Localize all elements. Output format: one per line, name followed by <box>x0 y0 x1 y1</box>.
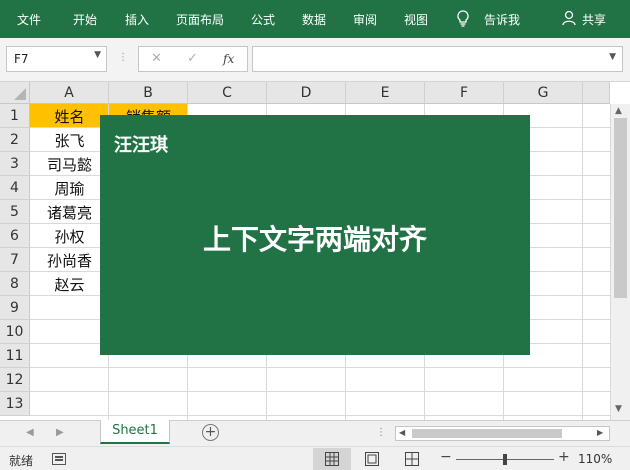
h-scroll-thumb[interactable] <box>412 429 562 438</box>
row-header-6[interactable]: 6 <box>0 224 30 248</box>
normal-view-button[interactable] <box>313 448 351 470</box>
status-bar: 就绪 − + 110% <box>0 446 630 470</box>
row-header-13[interactable]: 13 <box>0 392 30 416</box>
cell-a6[interactable]: 孙权 <box>30 224 109 248</box>
row-header-5[interactable]: 5 <box>0 200 30 224</box>
tab-data[interactable]: 数据 <box>302 11 326 28</box>
row-header-8[interactable]: 8 <box>0 272 30 296</box>
row-header-3[interactable]: 3 <box>0 152 30 176</box>
formula-input[interactable]: ▼ <box>252 46 623 72</box>
expand-formula-icon[interactable]: ▼ <box>609 52 616 62</box>
insert-function-icon[interactable]: fx <box>223 52 234 66</box>
column-header-a[interactable]: A <box>30 82 109 104</box>
column-header-c[interactable]: C <box>188 82 267 104</box>
column-header-h[interactable] <box>583 82 610 104</box>
worksheet-grid[interactable]: A B C D E F G 1 2 3 4 5 6 7 8 9 10 11 12… <box>0 82 630 420</box>
author-label: 汪汪琪 <box>114 135 168 156</box>
page-layout-icon <box>365 452 379 466</box>
overlay-title: 上下文字两端对齐 <box>202 223 427 256</box>
column-header-g[interactable]: G <box>504 82 583 104</box>
cell-a2[interactable]: 张飞 <box>30 128 109 152</box>
row-header-10[interactable]: 10 <box>0 320 30 344</box>
column-header-d[interactable]: D <box>267 82 346 104</box>
zoom-in-icon[interactable]: + <box>558 449 570 465</box>
cell-a3[interactable]: 司马懿 <box>30 152 109 176</box>
tab-insert[interactable]: 插入 <box>125 11 149 28</box>
formula-bar: F7 ▼ ⋮ ✕ ✓ fx ▼ <box>0 38 630 82</box>
row-header-2[interactable]: 2 <box>0 128 30 152</box>
cancel-icon[interactable]: ✕ <box>151 51 162 66</box>
column-header-e[interactable]: E <box>346 82 425 104</box>
scroll-right-icon[interactable]: ▶ <box>597 428 603 437</box>
scroll-up-icon[interactable]: ▲ <box>615 106 622 116</box>
tab-home[interactable]: 开始 <box>73 11 97 28</box>
share-button[interactable]: 共享 <box>582 11 606 28</box>
page-break-icon <box>405 452 419 466</box>
ribbon: 文件 开始 插入 页面布局 公式 数据 审阅 视图 告诉我 共享 <box>0 0 630 38</box>
tell-me-box[interactable]: 告诉我 <box>484 11 520 28</box>
scroll-thumb[interactable] <box>614 118 627 298</box>
status-ready: 就绪 <box>9 454 34 468</box>
sheet-tab-sheet1[interactable]: Sheet1 <box>100 420 170 444</box>
sheet-tabs-bar: ◀ ▶ Sheet1 + ⋮ ◀ ▶ <box>0 420 630 446</box>
column-header-b[interactable]: B <box>109 82 188 104</box>
formula-buttons: ✕ ✓ fx <box>138 46 248 72</box>
add-sheet-icon[interactable]: + <box>202 424 219 441</box>
cell-a4[interactable]: 周瑜 <box>30 176 109 200</box>
more-icon: ⋮ <box>118 52 128 63</box>
cell-a8[interactable]: 赵云 <box>30 272 109 296</box>
scroll-left-icon[interactable]: ◀ <box>399 428 405 437</box>
row-header-12[interactable]: 12 <box>0 368 30 392</box>
vertical-scrollbar[interactable]: ▲ ▼ <box>610 104 630 420</box>
enter-icon[interactable]: ✓ <box>187 51 198 66</box>
scroll-down-icon[interactable]: ▼ <box>615 404 622 414</box>
tab-formulas[interactable]: 公式 <box>251 11 275 28</box>
zoom-slider[interactable]: − + <box>440 449 570 467</box>
select-all-button[interactable] <box>0 82 30 104</box>
name-box[interactable]: F7 ▼ <box>6 46 107 72</box>
column-header-f[interactable]: F <box>425 82 504 104</box>
zoom-level[interactable]: 110% <box>578 452 612 466</box>
cell-a1[interactable]: 姓名 <box>30 104 109 128</box>
cell-a7[interactable]: 孙尚香 <box>30 248 109 272</box>
tab-page-layout[interactable]: 页面布局 <box>176 11 224 28</box>
grid-view-icon <box>325 452 339 466</box>
horizontal-scrollbar[interactable]: ◀ ▶ <box>395 426 610 441</box>
tab-view[interactable]: 视图 <box>404 11 428 28</box>
zoom-out-icon[interactable]: − <box>440 449 452 465</box>
row-header-11[interactable]: 11 <box>0 344 30 368</box>
page-break-view-button[interactable] <box>393 448 431 470</box>
next-sheet-icon[interactable]: ▶ <box>56 427 64 438</box>
page-layout-view-button[interactable] <box>353 448 391 470</box>
tab-review[interactable]: 审阅 <box>353 11 377 28</box>
name-box-value: F7 <box>14 52 29 66</box>
row-header-4[interactable]: 4 <box>0 176 30 200</box>
chevron-down-icon[interactable]: ▼ <box>94 50 101 60</box>
row-header-9[interactable]: 9 <box>0 296 30 320</box>
zoom-knob[interactable] <box>503 454 507 465</box>
lightbulb-icon <box>457 10 469 27</box>
cell-a5[interactable]: 诸葛亮 <box>30 200 109 224</box>
tab-file[interactable]: 文件 <box>17 11 41 28</box>
row-header-7[interactable]: 7 <box>0 248 30 272</box>
prev-sheet-icon[interactable]: ◀ <box>26 427 34 438</box>
row-header-1[interactable]: 1 <box>0 104 30 128</box>
person-icon <box>562 10 576 26</box>
split-handle-icon[interactable]: ⋮ <box>376 427 386 438</box>
title-overlay: 汪汪琪 上下文字两端对齐 <box>100 115 530 355</box>
macro-record-icon[interactable] <box>52 453 66 465</box>
